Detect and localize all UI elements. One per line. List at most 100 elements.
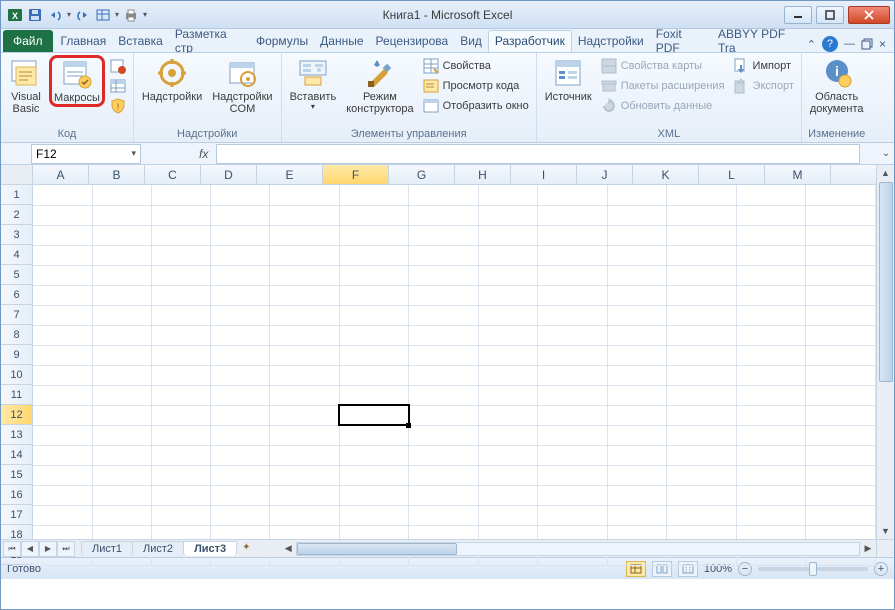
row-header[interactable]: 9	[1, 345, 32, 365]
sheet-tab[interactable]: Лист3	[183, 541, 237, 556]
fx-icon[interactable]: fx	[199, 147, 208, 161]
mdi-minimize-icon[interactable]: —	[844, 38, 855, 50]
tab-данные[interactable]: Данные	[314, 30, 369, 52]
column-header[interactable]: G	[389, 165, 455, 184]
scroll-right-icon[interactable]: ▶	[860, 541, 876, 557]
com-addins-button[interactable]: Надстройки COM	[208, 55, 276, 117]
row-header[interactable]: 10	[1, 365, 32, 385]
column-header[interactable]: K	[633, 165, 699, 184]
horizontal-scrollbar[interactable]: ◀ ▶	[280, 541, 876, 557]
row-header[interactable]: 12	[1, 405, 32, 425]
formula-input[interactable]	[216, 144, 860, 164]
column-header[interactable]: I	[511, 165, 577, 184]
row-header[interactable]: 15	[1, 465, 32, 485]
tab-формулы[interactable]: Формулы	[250, 30, 314, 52]
row-header[interactable]: 11	[1, 385, 32, 405]
column-header[interactable]: C	[145, 165, 201, 184]
save-icon[interactable]	[27, 7, 43, 23]
use-relative-refs-button[interactable]	[107, 77, 129, 95]
row-header[interactable]: 1	[1, 185, 32, 205]
undo-dropdown-icon[interactable]: ▾	[67, 10, 71, 19]
select-all-button[interactable]	[1, 165, 33, 185]
row-header[interactable]: 16	[1, 485, 32, 505]
qat-dropdown-icon[interactable]: ▾	[115, 10, 119, 19]
tab-foxit-pdf[interactable]: Foxit PDF	[650, 30, 712, 52]
scroll-down-icon[interactable]: ▼	[877, 523, 894, 539]
row-header[interactable]: 13	[1, 425, 32, 445]
undo-icon[interactable]	[47, 7, 63, 23]
addins-button[interactable]: Надстройки	[138, 55, 206, 105]
tab-главная[interactable]: Главная	[55, 30, 113, 52]
document-panel-button[interactable]: i Область документа	[806, 55, 868, 117]
sheet-nav-prev-icon[interactable]: ◀	[21, 541, 39, 557]
close-button[interactable]	[848, 6, 890, 24]
help-icon[interactable]: ?	[822, 36, 838, 52]
row-header[interactable]: 4	[1, 245, 32, 265]
vertical-scroll-thumb[interactable]	[879, 182, 893, 382]
tab-надстройки[interactable]: Надстройки	[572, 30, 650, 52]
vertical-scrollbar[interactable]: ▲ ▼	[876, 165, 894, 539]
row-header[interactable]: 17	[1, 505, 32, 525]
run-dialog-button[interactable]: Отобразить окно	[420, 97, 532, 115]
row-header[interactable]: 3	[1, 225, 32, 245]
insert-controls-button[interactable]: Вставить ▾	[286, 55, 341, 114]
row-header[interactable]: 2	[1, 205, 32, 225]
tab-вид[interactable]: Вид	[454, 30, 488, 52]
sheet-nav-first-icon[interactable]: ⏮	[3, 541, 21, 557]
macros-button[interactable]: Макросы	[49, 55, 105, 107]
mdi-restore-icon[interactable]	[861, 38, 873, 50]
minimize-button[interactable]	[784, 6, 812, 24]
sheet-tab[interactable]: Лист2	[132, 541, 184, 556]
view-code-button[interactable]: Просмотр кода	[420, 77, 532, 95]
ribbon-minimize-icon[interactable]: ⌃	[807, 38, 816, 51]
column-header[interactable]: F	[323, 165, 389, 184]
tab-разметка-стр[interactable]: Разметка стр	[169, 30, 250, 52]
tab-вставка[interactable]: Вставка	[112, 30, 169, 52]
selected-cell[interactable]	[339, 405, 409, 425]
tab-разработчик[interactable]: Разработчик	[488, 30, 572, 52]
row-header[interactable]: 5	[1, 265, 32, 285]
zoom-slider-thumb[interactable]	[809, 562, 817, 576]
visual-basic-button[interactable]: Visual Basic	[5, 55, 47, 117]
name-box[interactable]: F12 ▾	[31, 144, 141, 164]
mdi-close-icon[interactable]: ×	[879, 37, 886, 51]
column-header[interactable]: D	[201, 165, 257, 184]
name-box-dropdown-icon[interactable]: ▾	[131, 148, 136, 159]
tab-рецензирова[interactable]: Рецензирова	[370, 30, 455, 52]
sheet-nav-last-icon[interactable]: ⏭	[57, 541, 75, 557]
column-header[interactable]: L	[699, 165, 765, 184]
scroll-left-icon[interactable]: ◀	[280, 541, 296, 557]
xml-source-button[interactable]: Источник	[541, 55, 596, 105]
cells-area[interactable]	[33, 185, 876, 539]
column-header[interactable]: E	[257, 165, 323, 184]
zoom-slider[interactable]	[758, 567, 868, 571]
properties-button[interactable]: Свойства	[420, 57, 532, 75]
xml-import-button[interactable]: Импорт	[730, 57, 797, 75]
row-header[interactable]: 6	[1, 285, 32, 305]
design-mode-button[interactable]: Режим конструктора	[342, 55, 417, 117]
qat-print-icon[interactable]	[123, 7, 139, 23]
column-header[interactable]: A	[33, 165, 89, 184]
column-header[interactable]: B	[89, 165, 145, 184]
row-header[interactable]: 7	[1, 305, 32, 325]
new-sheet-icon[interactable]: ✦	[242, 542, 260, 556]
zoom-in-button[interactable]: +	[874, 562, 888, 576]
formula-bar-expand-icon[interactable]: ⌄	[878, 148, 894, 159]
sheet-tab[interactable]: Лист1	[81, 541, 133, 556]
column-header[interactable]: H	[455, 165, 511, 184]
qat-customize-icon[interactable]: ▾	[143, 10, 147, 19]
scroll-up-icon[interactable]: ▲	[877, 165, 894, 181]
macro-security-button[interactable]: !	[107, 97, 129, 115]
maximize-button[interactable]	[816, 6, 844, 24]
record-macro-button[interactable]	[107, 57, 129, 75]
row-header[interactable]: 14	[1, 445, 32, 465]
tab-abbyy-pdf-tra[interactable]: ABBYY PDF Tra	[712, 30, 807, 52]
redo-icon[interactable]	[75, 7, 91, 23]
column-header[interactable]: M	[765, 165, 831, 184]
column-header[interactable]: J	[577, 165, 633, 184]
horizontal-scroll-thumb[interactable]	[297, 543, 457, 555]
tab-file[interactable]: Файл	[3, 30, 53, 52]
sheet-nav-next-icon[interactable]: ▶	[39, 541, 57, 557]
qat-item-icon[interactable]	[95, 7, 111, 23]
row-header[interactable]: 8	[1, 325, 32, 345]
